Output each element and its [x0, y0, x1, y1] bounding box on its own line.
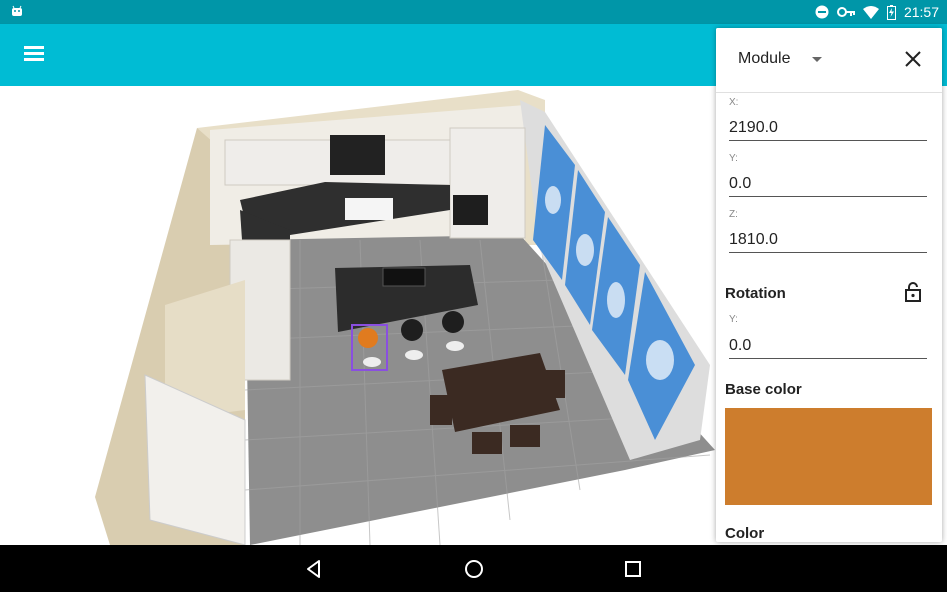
selected-stool[interactable]: [358, 328, 378, 348]
oven: [453, 195, 488, 225]
stool-1[interactable]: [401, 319, 423, 341]
dining-chair-1[interactable]: [430, 395, 452, 425]
do-not-disturb-icon: [815, 5, 829, 19]
clock: 21:57: [903, 4, 939, 20]
navigation-bar: [0, 545, 947, 592]
dining-chair-4[interactable]: [510, 425, 540, 447]
y-position-input[interactable]: [729, 172, 927, 197]
stool-2-base: [446, 341, 464, 351]
android-icon: [12, 5, 22, 16]
range-hood: [330, 135, 385, 175]
rotation-y-label: Y:: [729, 314, 738, 325]
module-dropdown[interactable]: Module: [738, 50, 823, 68]
battery-charging-icon: [886, 4, 896, 20]
sink: [345, 198, 393, 220]
selected-stool-base: [363, 357, 381, 367]
hamburger-menu-icon[interactable]: [24, 44, 46, 62]
properties-panel: Module X: Y: Z: Rotation Y: Base color C…: [716, 28, 942, 542]
x-label: X:: [729, 97, 739, 108]
stool-1-base: [405, 350, 423, 360]
z-position-input[interactable]: [729, 228, 927, 253]
dropdown-arrow-icon: [812, 56, 823, 62]
vpn-key-icon: [836, 7, 855, 17]
rotation-title: Rotation: [725, 285, 786, 302]
x-position-input[interactable]: [729, 116, 927, 141]
dining-chair-3[interactable]: [472, 432, 502, 454]
rotation-y-input[interactable]: [729, 334, 927, 359]
panel-header: Module: [716, 28, 942, 93]
wifi-icon: [862, 5, 879, 19]
color-title: Color: [725, 525, 765, 542]
z-label: Z:: [729, 209, 738, 220]
close-icon[interactable]: [904, 50, 922, 68]
cooktop: [382, 267, 426, 287]
stool-2[interactable]: [442, 311, 464, 333]
dining-chair-2[interactable]: [545, 370, 565, 398]
status-bar: 21:57: [0, 0, 947, 24]
lock-open-icon[interactable]: [905, 282, 921, 302]
home-icon[interactable]: [463, 558, 485, 580]
module-dropdown-value: Module: [738, 50, 791, 67]
back-icon[interactable]: [303, 558, 325, 580]
recents-icon[interactable]: [622, 558, 644, 580]
base-color-swatch[interactable]: [725, 408, 932, 505]
base-color-title: Base color: [725, 381, 802, 398]
y-label: Y:: [729, 153, 738, 164]
